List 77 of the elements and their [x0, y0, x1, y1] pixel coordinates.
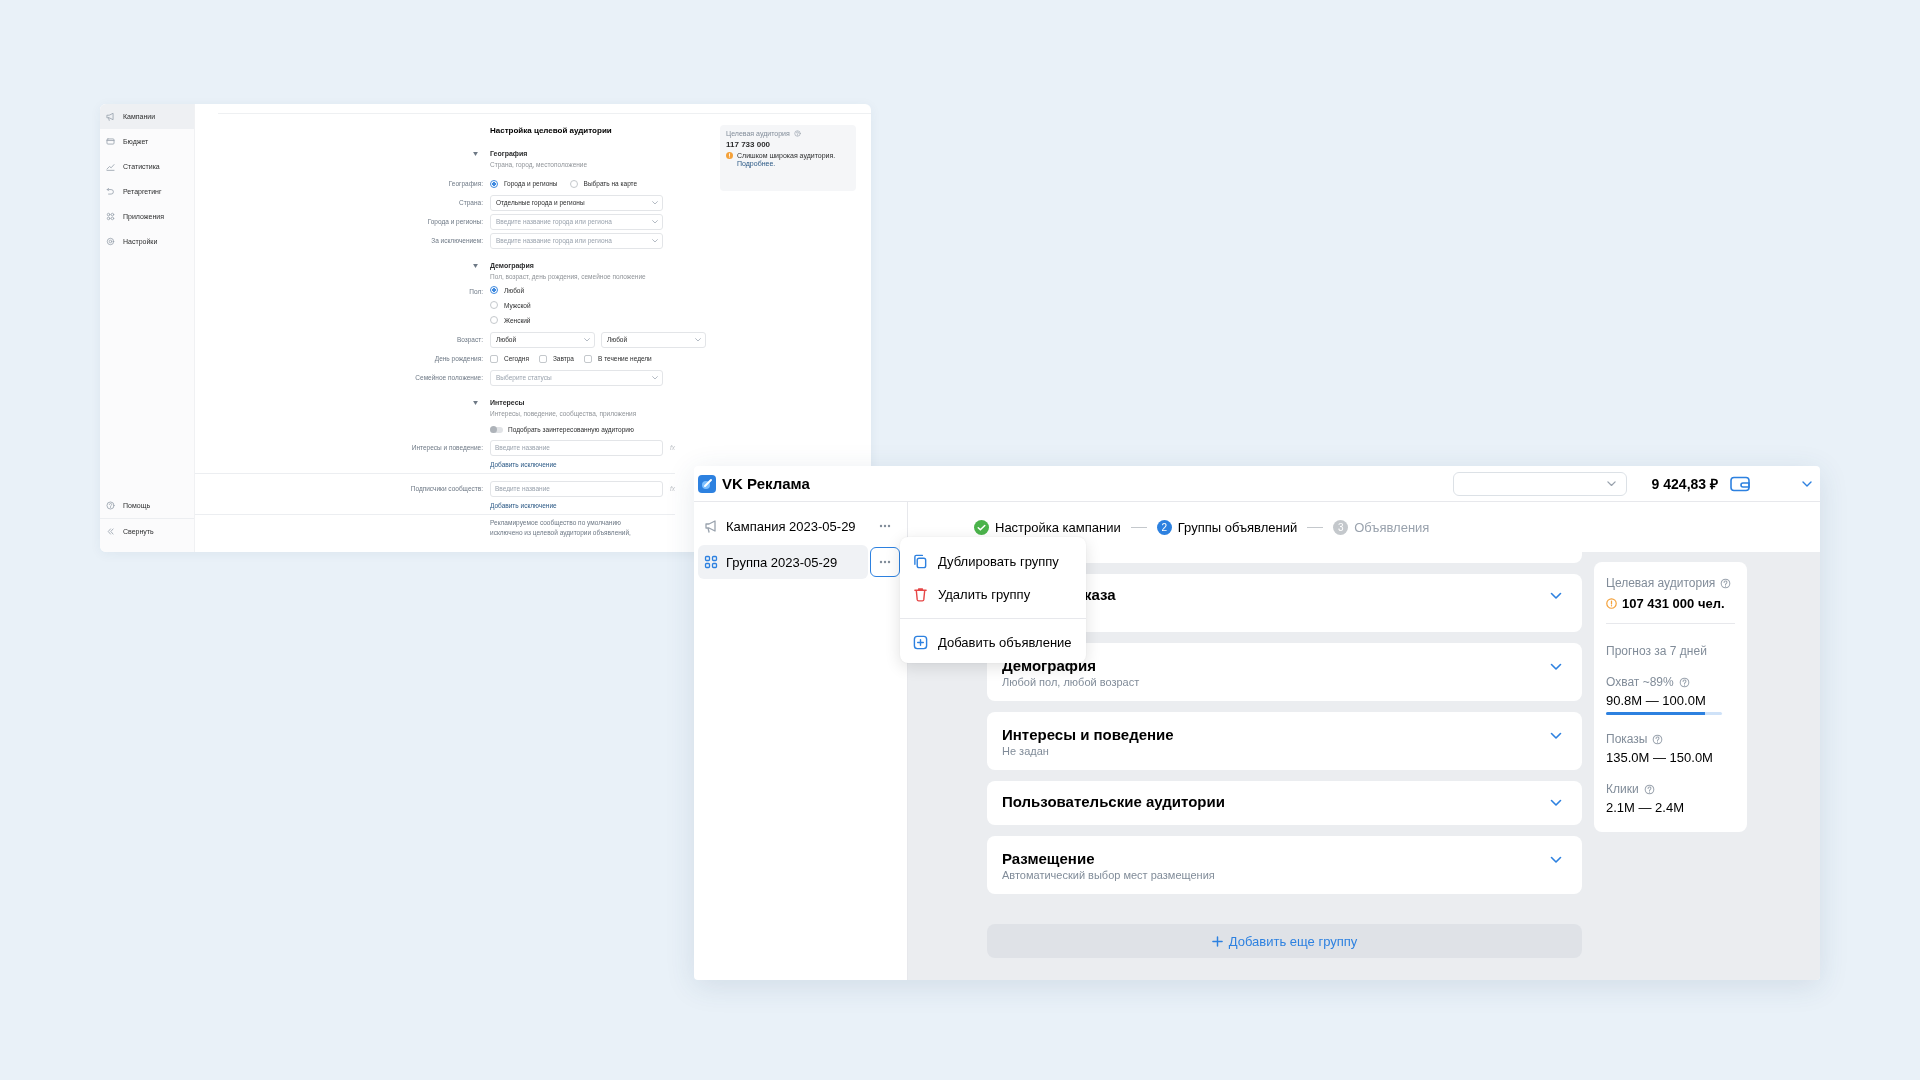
- balance-amount: 9 424,83 ₽: [1651, 475, 1718, 493]
- chevron-down-icon: [695, 337, 701, 342]
- card-subtitle: Автоматический выбор мест размещения: [1002, 869, 1215, 881]
- stat-label: Целевая аудитория: [1606, 576, 1716, 590]
- stat-value: 90.8M — 100.0M: [1606, 693, 1707, 708]
- plus-icon: [1211, 935, 1223, 947]
- checkbox[interactable]: [584, 354, 592, 363]
- checkbox[interactable]: [538, 354, 547, 363]
- chart-line-icon: [106, 162, 115, 171]
- triangle-down-icon: [473, 400, 478, 405]
- app-title: VK Реклама: [722, 475, 810, 492]
- chevron-down-icon: [652, 238, 658, 243]
- chevron-down-icon: [1606, 480, 1616, 487]
- warning-icon: [726, 152, 733, 159]
- plus-square-icon: [913, 635, 928, 650]
- tree-item[interactable]: Группа 2023-05-29: [698, 545, 868, 579]
- wallet-icon: [106, 137, 115, 146]
- forecast-label: Прогноз за 7 дней: [1606, 644, 1708, 658]
- stat-value: 2.1M — 2.4M: [1606, 800, 1686, 815]
- section-card[interactable]: Размещение Автоматический выбор мест размещения: [987, 836, 1582, 894]
- toggle-switch[interactable]: [490, 426, 503, 433]
- chevron-down-icon: [584, 337, 590, 342]
- copy-icon: [913, 554, 928, 569]
- section-card[interactable]: Пользовательские аудитории: [987, 781, 1582, 825]
- megaphone-icon: [106, 112, 115, 121]
- step-label[interactable]: Группы объявлений: [1177, 519, 1298, 535]
- step-number: 3: [1333, 519, 1349, 535]
- checkbox[interactable]: [490, 354, 498, 363]
- undo-arrow-icon: [106, 187, 115, 196]
- card-title: Пользовательские аудитории: [1002, 793, 1225, 810]
- stat-value: 135.0M — 150.0M: [1606, 750, 1714, 765]
- help-icon: [1678, 676, 1690, 688]
- dots-icon: [879, 524, 891, 528]
- help-icon: [1652, 733, 1664, 745]
- card-subtitle: Любой пол, любой возраст: [1002, 676, 1140, 688]
- gear-icon: [106, 237, 115, 246]
- card-subtitle: Не задан: [1002, 745, 1050, 757]
- chevron-down-icon: [1550, 856, 1562, 864]
- chevron-down-icon: [1550, 732, 1562, 740]
- megaphone-icon: [704, 519, 718, 533]
- card-title: Демография: [1002, 657, 1097, 674]
- tree-item[interactable]: Кампания 2023-05-29: [698, 509, 868, 543]
- chevron-down-icon: [652, 219, 658, 224]
- audience-count: 107 431 000 чел.: [1622, 596, 1725, 611]
- card-title: Интересы и поведение: [1002, 726, 1174, 743]
- step-label[interactable]: Настройка кампании: [995, 519, 1121, 535]
- chevron-down-icon: [1550, 663, 1562, 671]
- logo-icon: [698, 474, 716, 493]
- chevron-down-icon: [1550, 799, 1562, 807]
- grid-icon: [704, 555, 718, 569]
- stat-label: Охват ~89%: [1606, 675, 1674, 689]
- trash-icon: [913, 587, 928, 602]
- step-number: 2: [1156, 519, 1172, 535]
- triangle-down-icon: [473, 151, 478, 156]
- radio-button[interactable]: [490, 179, 498, 188]
- radio-button[interactable]: [490, 286, 498, 294]
- chevron-down-icon: [652, 375, 658, 380]
- chevron-down-icon[interactable]: [1802, 480, 1812, 487]
- wallet-icon[interactable]: [1730, 475, 1750, 492]
- stat-label: Клики: [1606, 782, 1639, 796]
- grid-icon: [106, 212, 115, 221]
- help-icon: [1643, 783, 1655, 795]
- triangle-down-icon: [473, 263, 478, 268]
- help-icon: [106, 501, 115, 510]
- collapse-icon: [106, 527, 115, 536]
- warning-icon: [1606, 598, 1617, 609]
- audience-count: 117 733 000: [726, 140, 772, 149]
- chevron-down-icon: [652, 200, 658, 205]
- dots-icon: [879, 560, 891, 564]
- stat-label: Показы: [1606, 732, 1648, 746]
- help-icon: [1720, 577, 1732, 589]
- section-card[interactable]: Интересы и поведение Не задан: [987, 712, 1582, 770]
- card-title: Размещение: [1002, 850, 1096, 867]
- chevron-down-icon: [1550, 592, 1562, 600]
- help-icon: [793, 130, 801, 137]
- form-title: Настройка целевой аудитории: [490, 125, 612, 135]
- dropdown-field[interactable]: [1452, 471, 1627, 496]
